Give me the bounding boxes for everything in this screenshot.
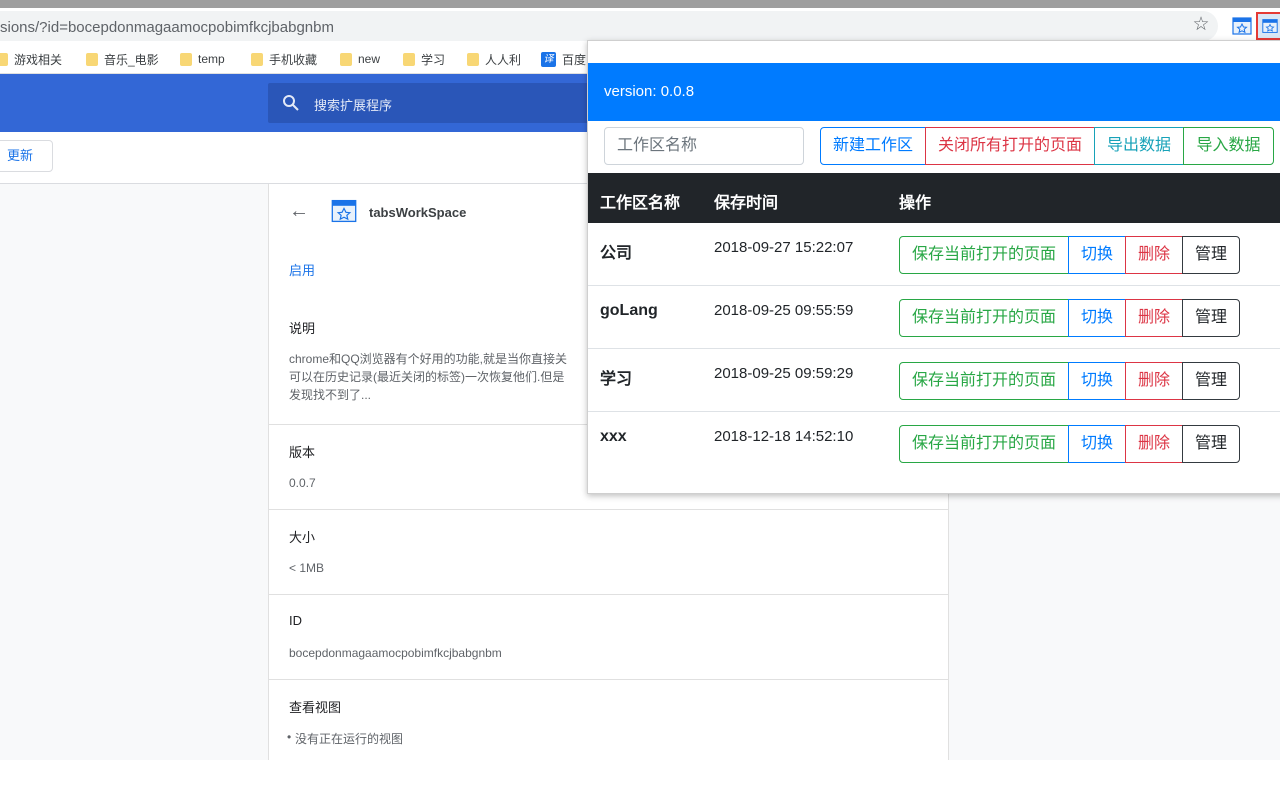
save-pages-button[interactable]: 保存当前打开的页面 xyxy=(899,299,1069,337)
close-all-pages-button[interactable]: 关闭所有打开的页面 xyxy=(925,127,1095,165)
extensions-search[interactable]: 搜索扩展程序 xyxy=(268,83,598,123)
import-data-button[interactable]: 导入数据 xyxy=(1183,127,1274,165)
version-value: 0.0.7 xyxy=(289,476,316,490)
address-row: sions/?id=bocepdonmagaamocpobimfkcjbabgn… xyxy=(0,8,1280,44)
folder-icon xyxy=(467,52,479,66)
update-button[interactable]: 更新 xyxy=(0,140,53,172)
size-value: < 1MB xyxy=(289,561,325,575)
header-workspace-name: 工作区名称 xyxy=(600,195,681,212)
extension-name: tabsWorkSpace xyxy=(369,205,467,220)
size-label: 大小 xyxy=(289,530,316,545)
delete-button[interactable]: 删除 xyxy=(1125,236,1183,274)
switch-button[interactable]: 切换 xyxy=(1068,425,1126,463)
back-arrow-icon[interactable]: ← xyxy=(289,200,309,223)
save-time-cell: 2018-09-25 09:59:29 xyxy=(714,365,854,382)
folder-icon xyxy=(86,52,98,66)
bookmark-item[interactable]: 手机收藏 xyxy=(251,51,317,67)
bookmark-item[interactable]: 人人利 xyxy=(467,51,521,67)
manage-button[interactable]: 管理 xyxy=(1182,425,1240,463)
delete-button[interactable]: 删除 xyxy=(1125,362,1183,400)
folder-icon xyxy=(180,52,192,66)
table-header: 工作区名称 保存时间 操作 xyxy=(588,173,1280,223)
bookmark-item[interactable]: new xyxy=(340,51,380,67)
manage-button[interactable]: 管理 xyxy=(1182,362,1240,400)
folder-icon xyxy=(0,52,8,66)
divider xyxy=(269,679,948,680)
description-text: chrome和QQ浏览器有个好用的功能,就是当你直接关 可以在历史记录(最近关闭… xyxy=(289,352,568,402)
enable-link[interactable]: 启用 xyxy=(289,260,315,279)
save-pages-button[interactable]: 保存当前打开的页面 xyxy=(899,236,1069,274)
save-time-cell: 2018-12-18 14:52:10 xyxy=(714,428,854,445)
description-label: 说明 xyxy=(289,321,316,336)
bookmark-star-icon[interactable]: ☆ xyxy=(1190,14,1212,36)
bookmark-item[interactable]: 译百度 xyxy=(541,51,586,67)
bookmark-item[interactable]: temp xyxy=(180,51,225,67)
switch-button[interactable]: 切换 xyxy=(1068,236,1126,274)
workspace-name-cell: xxx xyxy=(600,428,627,445)
version-label: 版本 xyxy=(289,445,316,460)
manage-button[interactable]: 管理 xyxy=(1182,236,1240,274)
omnibox[interactable]: sions/?id=bocepdonmagaamocpobimfkcjbabgn… xyxy=(0,11,1218,41)
header-actions: 操作 xyxy=(899,195,932,212)
id-value: bocepdonmagaamocpobimfkcjbabgnbm xyxy=(289,646,502,660)
delete-button[interactable]: 删除 xyxy=(1125,299,1183,337)
workspace-name-cell: goLang xyxy=(600,302,658,319)
extension-icon[interactable] xyxy=(1232,16,1252,36)
workspace-name-cell: 学习 xyxy=(600,371,633,388)
table-row: goLang 2018-09-25 09:55:59 保存当前打开的页面 切换 … xyxy=(588,286,1280,349)
tabsworkspace-extension-icon[interactable] xyxy=(1256,12,1280,40)
switch-button[interactable]: 切换 xyxy=(1068,362,1126,400)
bookmark-item[interactable]: 游戏相关 xyxy=(0,51,62,67)
export-data-button[interactable]: 导出数据 xyxy=(1094,127,1184,165)
header-save-time: 保存时间 xyxy=(714,195,779,212)
id-label: ID xyxy=(289,613,302,628)
table-row: 公司 2018-09-27 15:22:07 保存当前打开的页面 切换 删除 管… xyxy=(588,223,1280,286)
version-bar: version: 0.0.8 xyxy=(588,63,1280,121)
folder-icon xyxy=(251,52,263,66)
workspace-name-input[interactable] xyxy=(604,127,804,165)
page-bottom xyxy=(0,760,1280,800)
delete-button[interactable]: 删除 xyxy=(1125,425,1183,463)
version-text: version: 0.0.8 xyxy=(604,83,695,100)
folder-icon xyxy=(403,52,415,66)
save-time-cell: 2018-09-27 15:22:07 xyxy=(714,239,854,256)
save-pages-button[interactable]: 保存当前打开的页面 xyxy=(899,425,1069,463)
search-icon xyxy=(283,95,299,111)
divider xyxy=(269,509,948,510)
tabsworkspace-popup: version: 0.0.8 新建工作区 关闭所有打开的页面 导出数据 导入数据… xyxy=(587,40,1280,494)
translate-icon: 译 xyxy=(541,51,556,67)
folder-icon xyxy=(340,52,352,66)
extension-logo-icon xyxy=(331,198,357,224)
table-row: xxx 2018-12-18 14:52:10 保存当前打开的页面 切换 删除 … xyxy=(588,412,1280,475)
switch-button[interactable]: 切换 xyxy=(1068,299,1126,337)
views-label: 查看视图 xyxy=(289,700,342,715)
save-time-cell: 2018-09-25 09:55:59 xyxy=(714,302,854,319)
url-text[interactable]: sions/?id=bocepdonmagaamocpobimfkcjbabgn… xyxy=(0,19,334,36)
bookmark-item[interactable]: 学习 xyxy=(403,51,445,67)
divider xyxy=(269,594,948,595)
manage-button[interactable]: 管理 xyxy=(1182,299,1240,337)
table-row: 学习 2018-09-25 09:59:29 保存当前打开的页面 切换 删除 管… xyxy=(588,349,1280,412)
search-placeholder: 搜索扩展程序 xyxy=(314,98,393,113)
new-workspace-button[interactable]: 新建工作区 xyxy=(820,127,926,165)
save-pages-button[interactable]: 保存当前打开的页面 xyxy=(899,362,1069,400)
bookmark-item[interactable]: 音乐_电影 xyxy=(86,51,159,67)
views-item: 没有正在运行的视图 xyxy=(287,730,403,747)
window-top-strip xyxy=(0,0,1280,8)
workspace-name-cell: 公司 xyxy=(600,245,633,262)
